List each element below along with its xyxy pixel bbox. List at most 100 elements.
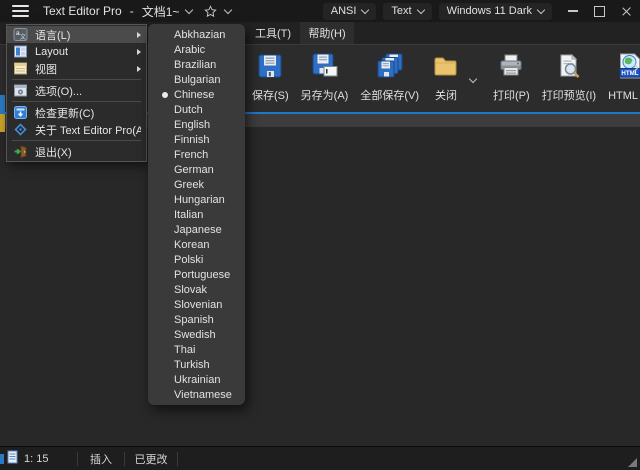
menu-item-label: 视图 — [35, 61, 130, 77]
language-item-label: Greek — [174, 179, 204, 191]
toolbar-dropdown-chevron-icon[interactable] — [467, 71, 479, 89]
language-item-label: Vietnamese — [174, 389, 232, 401]
tab-help[interactable]: 帮助(H) — [300, 22, 354, 44]
toolbar-button-save-all[interactable]: 全部保存(V) — [354, 45, 425, 103]
language-item-english[interactable]: English — [148, 117, 245, 132]
tab-tools[interactable]: 工具(T) — [246, 22, 300, 44]
menu-item-about[interactable]: 关于 Text Editor Pro(A) — [7, 121, 146, 138]
toolbar-button-print[interactable]: 打印(P) — [487, 45, 536, 103]
language-item-label: Japanese — [174, 224, 222, 236]
language-item-swedish[interactable]: Swedish — [148, 327, 245, 342]
language-item-chinese[interactable]: Chinese — [148, 87, 245, 102]
maximize-icon — [594, 6, 605, 17]
toolbar-overflow-chevron-icon[interactable]: › — [633, 60, 639, 74]
language-item-slovak[interactable]: Slovak — [148, 282, 245, 297]
insert-mode-label: 插入 — [78, 451, 124, 467]
language-item-label: Finnish — [174, 134, 209, 146]
language-item-turkish[interactable]: Turkish — [148, 357, 245, 372]
theme-selector[interactable]: Windows 11 Dark — [439, 3, 552, 20]
language-item-french[interactable]: French — [148, 147, 245, 162]
menu-item-language[interactable]: a文语言(L) — [7, 26, 146, 43]
language-item-hungarian[interactable]: Hungarian — [148, 192, 245, 207]
app-window: Text Editor Pro - 文档1~ ANSI Text Windows… — [0, 0, 640, 470]
language-item-italian[interactable]: Italian — [148, 207, 245, 222]
resize-grip[interactable] — [628, 458, 637, 467]
language-item-label: Slovenian — [174, 299, 222, 311]
language-item-japanese[interactable]: Japanese — [148, 222, 245, 237]
language-item-thai[interactable]: Thai — [148, 342, 245, 357]
language-item-brazilian[interactable]: Brazilian — [148, 57, 245, 72]
toolbar-button-save-as[interactable]: 另存为(A) — [295, 45, 355, 103]
toolbar-button-print-preview[interactable]: 打印预览(I) — [536, 45, 602, 103]
title-separator: - — [130, 4, 134, 18]
language-item-german[interactable]: German — [148, 162, 245, 177]
about-icon — [13, 122, 28, 137]
language-item-label: Thai — [174, 344, 195, 356]
language-item-dutch[interactable]: Dutch — [148, 102, 245, 117]
language-item-label: Abkhazian — [174, 29, 225, 41]
toolbar-button-close-file[interactable]: 关闭 — [425, 45, 467, 103]
editor-area[interactable] — [0, 127, 640, 446]
menu-item-label: 选项(O)... — [35, 83, 141, 99]
maximize-button[interactable] — [586, 0, 613, 22]
chevron-down-icon — [416, 6, 424, 14]
language-item-greek[interactable]: Greek — [148, 177, 245, 192]
print-preview-icon — [554, 51, 584, 81]
language-item-label: French — [174, 149, 208, 161]
language-item-label: Turkish — [174, 359, 210, 371]
minimize-button[interactable] — [559, 0, 586, 22]
menu-item-options[interactable]: 选项(O)... — [7, 82, 146, 99]
language-item-ukrainian[interactable]: Ukrainian — [148, 372, 245, 387]
language-item-label: Slovak — [174, 284, 207, 296]
language-item-korean[interactable]: Korean — [148, 237, 245, 252]
language-item-vietnamese[interactable]: Vietnamese — [148, 387, 245, 402]
language-icon: a文 — [13, 27, 28, 42]
menu-item-label: 退出(X) — [35, 144, 141, 160]
menu-item-label: Layout — [35, 46, 130, 58]
toolbar-button-label: 保存(S) — [252, 87, 289, 103]
menu-item-exit[interactable]: 退出(X) — [7, 143, 146, 160]
chevron-down-icon[interactable] — [224, 6, 232, 14]
language-item-label: Chinese — [174, 89, 214, 101]
language-submenu: AbkhazianArabicBrazilianBulgarian Chinese… — [148, 24, 245, 405]
save-as-icon — [310, 51, 340, 81]
view-icon — [13, 61, 28, 76]
language-item-label: German — [174, 164, 214, 176]
language-item-arabic[interactable]: Arabic — [148, 42, 245, 57]
chevron-down-icon — [185, 6, 193, 14]
toolbar-button-save[interactable]: 保存(S) — [246, 45, 295, 103]
language-item-bulgarian[interactable]: Bulgarian — [148, 72, 245, 87]
menu-item-layout[interactable]: Layout — [7, 43, 146, 60]
filetype-selector[interactable]: Text — [383, 3, 431, 20]
language-item-abkhazian[interactable]: Abkhazian — [148, 27, 245, 42]
app-title: Text Editor Pro — [43, 4, 122, 18]
exit-icon — [13, 144, 28, 159]
menu-separator — [12, 101, 141, 102]
update-icon — [13, 105, 28, 120]
language-item-label: Polski — [174, 254, 203, 266]
language-item-finnish[interactable]: Finnish — [148, 132, 245, 147]
encoding-label: ANSI — [331, 5, 357, 17]
hamburger-menu-icon[interactable] — [12, 5, 29, 17]
star-icon[interactable] — [204, 5, 217, 18]
language-item-label: Italian — [174, 209, 203, 221]
language-item-portuguese[interactable]: Portuguese — [148, 267, 245, 282]
chevron-down-icon — [537, 6, 545, 14]
document-selector[interactable]: 文档1~ — [142, 3, 193, 20]
language-item-spanish[interactable]: Spanish — [148, 312, 245, 327]
toolbar-button-label: 打印(P) — [493, 87, 530, 103]
caret-position-label: 1: 15 — [24, 453, 48, 465]
language-item-polski[interactable]: Polski — [148, 252, 245, 267]
encoding-selector[interactable]: ANSI — [323, 3, 377, 20]
toolbar-button-label: 打印预览(I) — [542, 87, 596, 103]
titlebar-right: ANSI Text Windows 11 Dark — [323, 0, 640, 22]
submenu-arrow-icon — [137, 49, 141, 55]
language-item-slovenian[interactable]: Slovenian — [148, 297, 245, 312]
menu-item-view[interactable]: 视图 — [7, 60, 146, 77]
menu-item-check-updates[interactable]: 检查更新(C) — [7, 104, 146, 121]
statusbar-separator — [177, 452, 178, 466]
selected-dot-icon — [162, 92, 168, 98]
submenu-arrow-icon — [137, 32, 141, 38]
close-button[interactable] — [613, 0, 640, 22]
edge-marker-blue — [0, 95, 5, 114]
